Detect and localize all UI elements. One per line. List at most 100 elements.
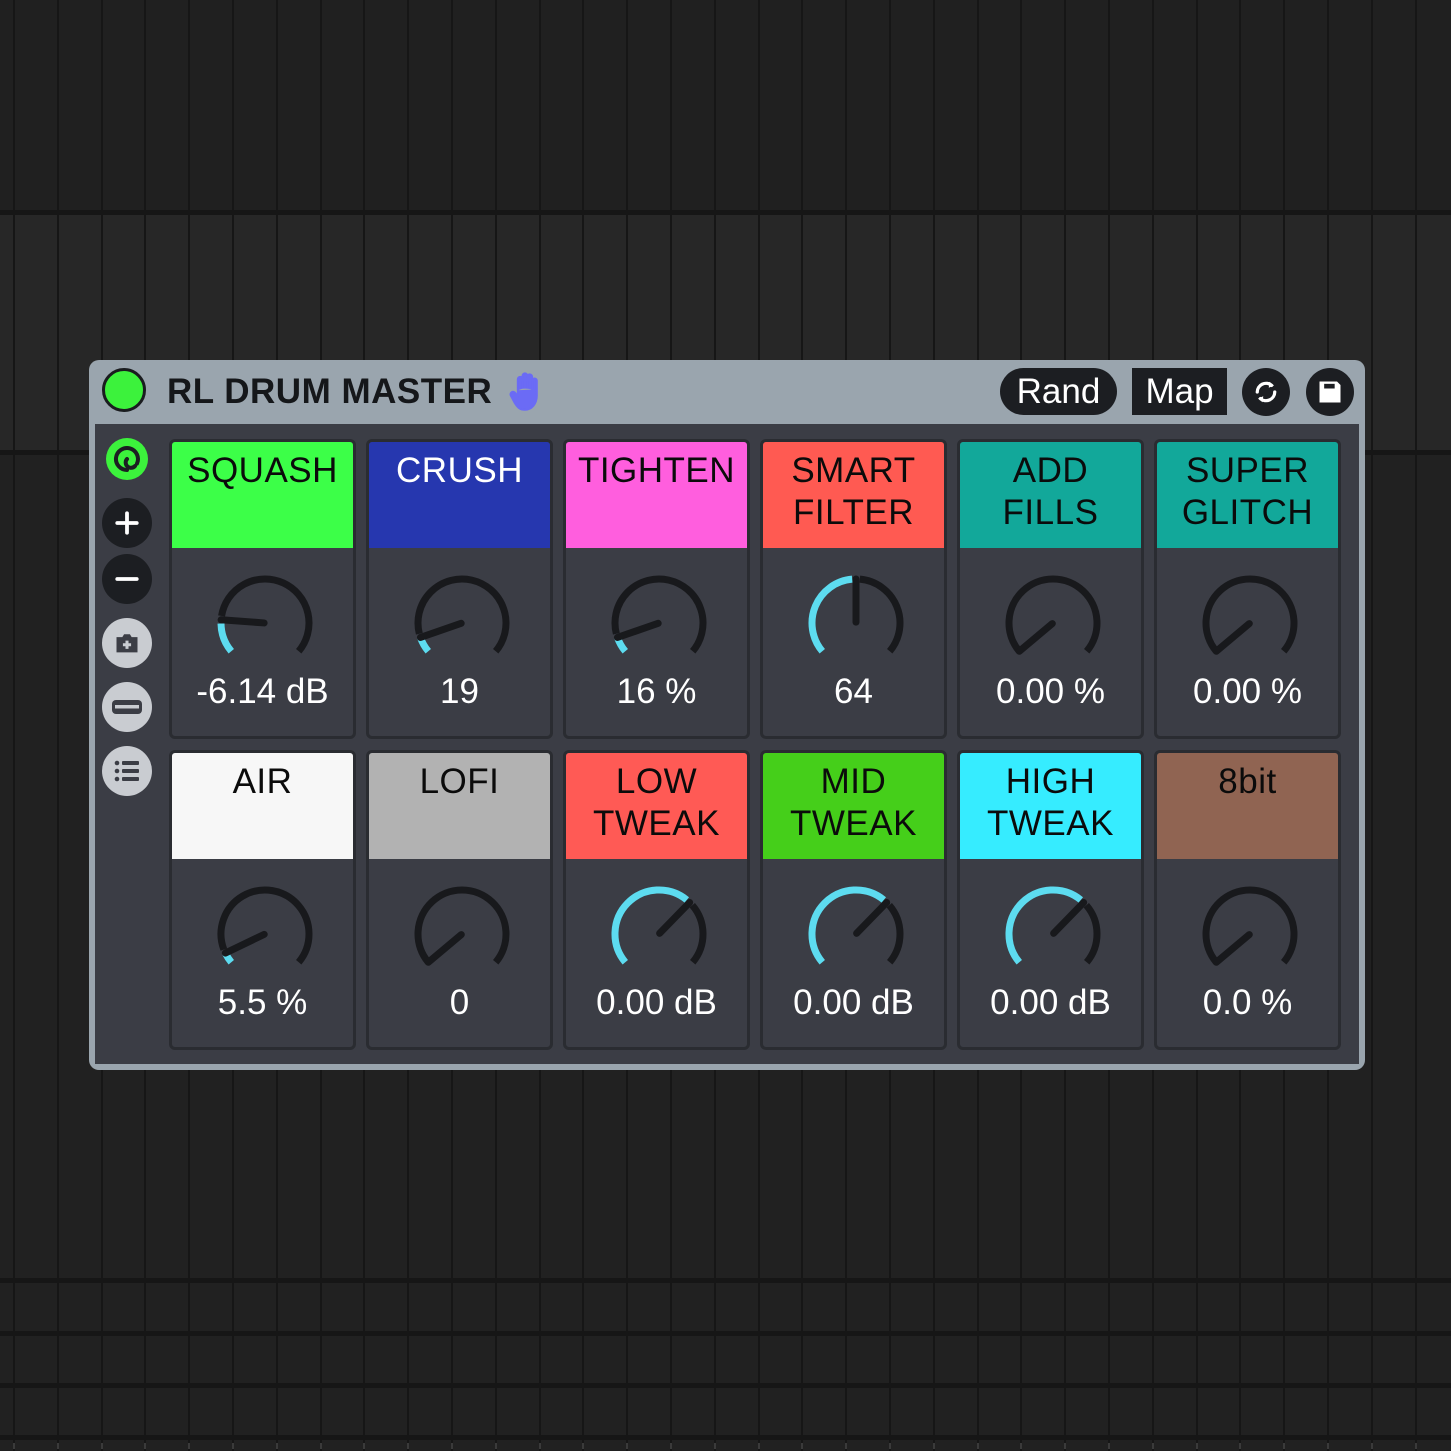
macro-value[interactable]: -6.14 dB	[172, 670, 353, 714]
ruler-tick	[1239, 1443, 1241, 1449]
ruler-tick	[320, 1443, 322, 1449]
knob-value-arc	[808, 886, 887, 965]
remove-macro-button[interactable]	[102, 554, 152, 604]
macro-knob[interactable]	[210, 568, 320, 678]
grid-vertical-line	[1371, 0, 1373, 1451]
ruler-tick	[626, 1443, 628, 1449]
macro-knob[interactable]	[1195, 879, 1305, 989]
list-icon	[112, 758, 142, 784]
macro-label[interactable]: ADD FILLS	[960, 442, 1141, 548]
macro-knob[interactable]	[1195, 568, 1305, 678]
macro-value[interactable]: 16 %	[566, 670, 747, 714]
device-rl-drum-master: RL DRUM MASTER Rand Map SQUASH -6.14 dB CR…	[89, 360, 1365, 1070]
macro-value[interactable]: 0.00 %	[960, 670, 1141, 714]
ruler-tick	[57, 1443, 59, 1449]
macro-knob[interactable]	[407, 568, 517, 678]
grid-horizontal-line	[0, 1331, 1451, 1336]
power-toggle-icon[interactable]	[102, 368, 146, 412]
knob-pointer	[1050, 898, 1088, 937]
knob-value-arc	[217, 623, 235, 654]
macro-label[interactable]: TIGHTEN	[566, 442, 747, 548]
macro-label[interactable]: 8bit	[1157, 753, 1338, 859]
knob-track-arc	[689, 902, 707, 965]
macro-knob[interactable]	[407, 879, 517, 989]
knob-pointer	[217, 616, 268, 627]
macro-knob[interactable]	[210, 879, 320, 989]
macro-mid-tweak: MID TWEAK 0.00 dB	[760, 750, 947, 1050]
macro-knob[interactable]	[604, 568, 714, 678]
macro-value[interactable]: 0.00 %	[1157, 670, 1338, 714]
ruler-tick	[845, 1443, 847, 1449]
macro-knob[interactable]	[801, 879, 911, 989]
macro-value[interactable]: 0.00 dB	[763, 981, 944, 1025]
macro-knob[interactable]	[801, 568, 911, 678]
collapse-button[interactable]	[102, 682, 152, 732]
device-title: RL DRUM MASTER	[167, 372, 493, 411]
macro-knob[interactable]	[998, 879, 1108, 989]
ruler-tick	[144, 1443, 146, 1449]
swirl-icon	[105, 437, 149, 481]
knob-pointer	[221, 930, 268, 957]
refresh-icon	[1255, 381, 1277, 403]
ruler-tick	[1196, 1443, 1198, 1449]
ruler-tick	[495, 1443, 497, 1449]
macro-value[interactable]: 19	[369, 670, 550, 714]
knob-value-arc	[611, 886, 690, 965]
refresh-button[interactable]	[1242, 368, 1290, 416]
macro-sidebar	[95, 424, 163, 1064]
ruler-tick	[1020, 1443, 1022, 1449]
plus-icon	[114, 510, 140, 536]
macro-knob[interactable]	[998, 568, 1108, 678]
ruler-tick	[276, 1443, 278, 1449]
floppy-save-icon	[1319, 381, 1341, 403]
macro-label[interactable]: SUPER GLITCH	[1157, 442, 1338, 548]
ruler-tick	[407, 1443, 409, 1449]
snapshot-button[interactable]	[102, 618, 152, 668]
grid-vertical-line	[57, 0, 59, 1451]
macro-label[interactable]: LOFI	[369, 753, 550, 859]
ruler-tick	[451, 1443, 453, 1449]
list-button[interactable]	[102, 746, 152, 796]
ruler-tick	[889, 1443, 891, 1449]
hand-icon[interactable]	[507, 370, 549, 414]
map-button[interactable]: Map	[1132, 368, 1227, 415]
ruler-tick	[758, 1443, 760, 1449]
add-macro-button[interactable]	[102, 498, 152, 548]
knob-pointer	[1212, 931, 1253, 966]
ruler-tick	[977, 1443, 979, 1449]
macro-value[interactable]: 5.5 %	[172, 981, 353, 1025]
macro-8bit: 8bit 0.0 %	[1154, 750, 1341, 1050]
ruler-tick	[1064, 1443, 1066, 1449]
ruler-tick	[363, 1443, 365, 1449]
macro-label[interactable]: MID TWEAK	[763, 753, 944, 859]
macro-variation-toggle-button[interactable]	[102, 434, 152, 484]
save-button[interactable]	[1306, 368, 1354, 416]
macro-label[interactable]: HIGH TWEAK	[960, 753, 1141, 859]
knob-track-arc	[414, 575, 510, 654]
macro-label[interactable]: LOW TWEAK	[566, 753, 747, 859]
macro-add-fills: ADD FILLS 0.00 %	[957, 439, 1144, 739]
grid-horizontal-line	[0, 210, 1451, 215]
macro-value[interactable]: 0.0 %	[1157, 981, 1338, 1025]
grid-horizontal-line	[0, 1383, 1451, 1388]
camera-plus-icon	[113, 629, 141, 657]
macro-label[interactable]: AIR	[172, 753, 353, 859]
minus-icon	[114, 566, 140, 592]
macro-label[interactable]: SMART FILTER	[763, 442, 944, 548]
macro-value[interactable]: 64	[763, 670, 944, 714]
ruler-tick	[933, 1443, 935, 1449]
macro-value[interactable]: 0.00 dB	[960, 981, 1141, 1025]
knob-track-arc	[414, 886, 510, 965]
macro-knob[interactable]	[604, 879, 714, 989]
knob-pointer	[853, 898, 891, 937]
macro-air: AIR 5.5 %	[169, 750, 356, 1050]
knob-track-arc	[886, 902, 904, 965]
device-title-bar[interactable]: RL DRUM MASTER Rand Map	[89, 360, 1365, 424]
ruler-tick	[13, 1443, 15, 1449]
macro-label[interactable]: SQUASH	[172, 442, 353, 548]
macro-label[interactable]: CRUSH	[369, 442, 550, 548]
rand-button[interactable]: Rand	[1000, 368, 1117, 415]
knob-pointer	[416, 619, 465, 641]
macro-value[interactable]: 0	[369, 981, 550, 1025]
macro-value[interactable]: 0.00 dB	[566, 981, 747, 1025]
